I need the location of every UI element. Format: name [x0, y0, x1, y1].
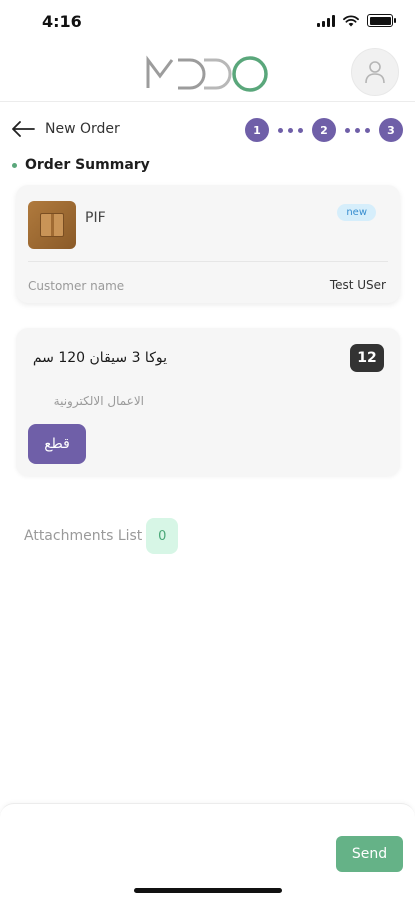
order-stepper: 1 2 3	[245, 118, 403, 142]
attachments-row[interactable]: Attachments List 0	[24, 518, 179, 554]
status-bar: 4:16	[0, 0, 415, 44]
step-connector	[278, 127, 303, 133]
step-2: 2	[312, 118, 336, 142]
status-badge: new	[337, 204, 376, 221]
attachments-label: Attachments List	[24, 528, 143, 544]
arrow-left-icon[interactable]	[10, 118, 36, 140]
unit-button[interactable]: قطع	[28, 424, 86, 464]
order-item-card: يوكا 3 سيقان 120 سم 12 الاعمال الالكترون…	[16, 328, 400, 476]
battery-icon	[367, 14, 396, 27]
page-title: New Order	[45, 121, 120, 137]
status-time: 4:16	[42, 12, 82, 31]
user-icon	[365, 61, 385, 84]
app-header	[0, 44, 415, 102]
status-icons	[317, 14, 396, 27]
item-category: الاعمال الالكترونية	[53, 394, 144, 408]
customer-value: Test USer	[329, 278, 386, 292]
section-header: Order Summary	[12, 157, 150, 173]
order-summary-card: PIF new Customer name Test USer	[16, 185, 400, 303]
bullet-icon	[12, 162, 17, 168]
step-connector	[345, 127, 370, 133]
customer-label: Customer name	[28, 279, 125, 293]
item-title: يوكا 3 سيقان 120 سم	[32, 350, 167, 366]
wifi-icon	[343, 14, 359, 26]
section-title: Order Summary	[25, 157, 150, 173]
step-3: 3	[379, 118, 403, 142]
product-image	[28, 201, 76, 249]
step-1: 1	[245, 118, 269, 142]
product-name: PIF	[85, 210, 106, 226]
attachments-count-badge: 0	[146, 518, 179, 554]
mdo-logo	[146, 55, 268, 92]
divider	[28, 261, 388, 262]
footer-bar: Send	[0, 803, 415, 900]
signal-icon	[317, 14, 335, 27]
home-indicator	[134, 888, 282, 893]
quantity-badge: 12	[350, 344, 384, 372]
avatar-button[interactable]	[351, 48, 399, 96]
nav-row: New Order 1 2 3	[0, 114, 415, 146]
send-button[interactable]: Send	[336, 836, 403, 872]
